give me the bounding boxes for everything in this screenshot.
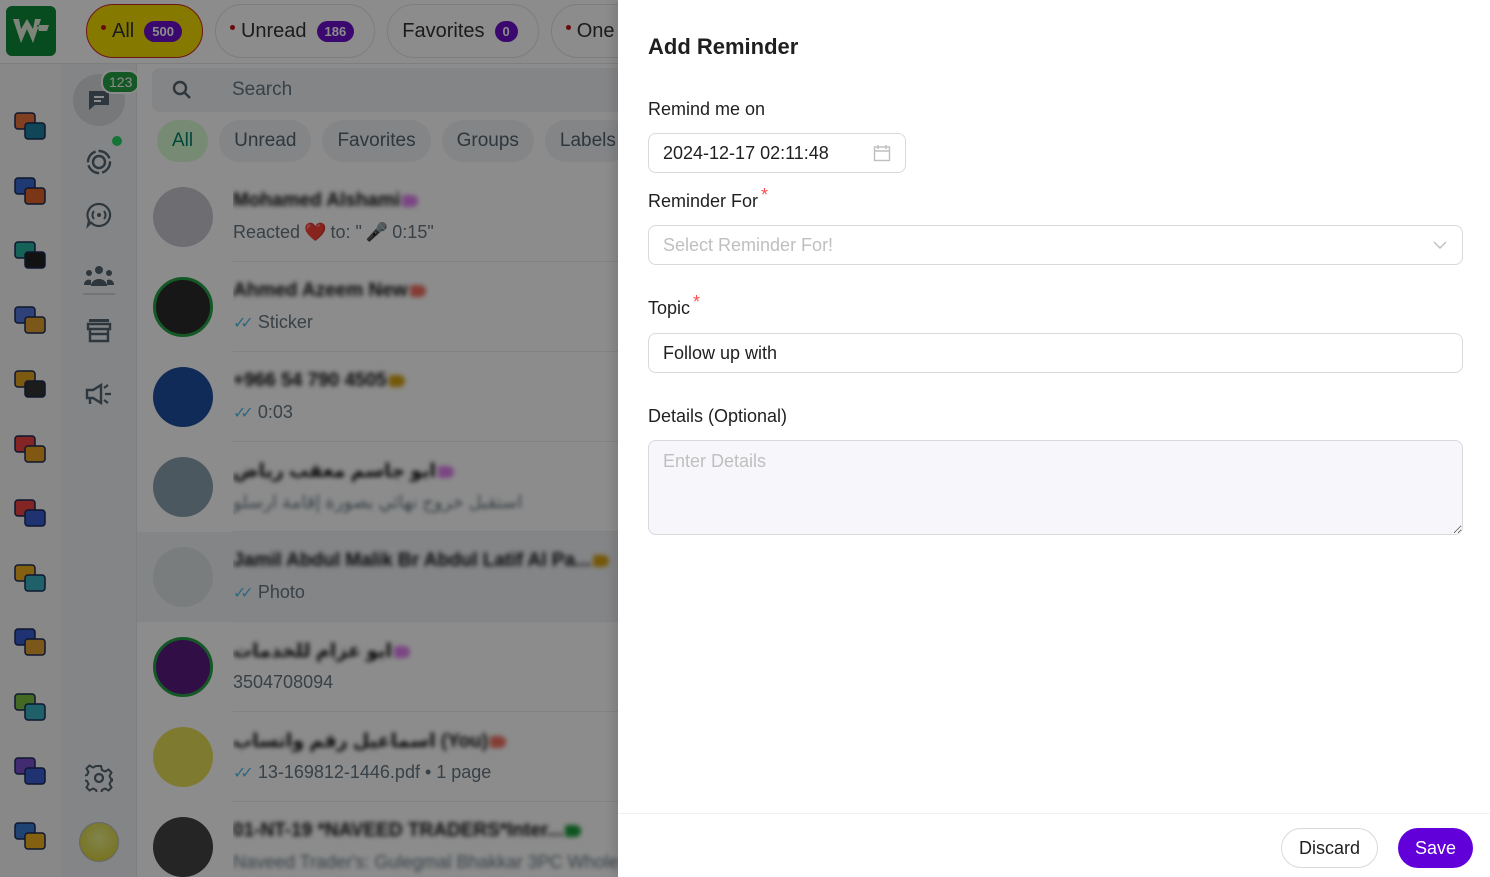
reminder-for-label: Reminder For *: [648, 185, 768, 212]
modal-backdrop[interactable]: [0, 0, 620, 877]
remind-on-value: 2024-12-17 02:11:48: [663, 142, 829, 163]
reminder-for-label-text: Reminder For: [648, 191, 759, 211]
drawer-footer: Discard Save: [618, 813, 1490, 877]
topic-label: Topic *: [648, 292, 700, 319]
topic-input[interactable]: [648, 333, 1463, 373]
add-reminder-drawer: Add Reminder Remind me on 2024-12-17 02:…: [618, 0, 1490, 877]
details-label: Details (Optional): [648, 406, 788, 426]
reminder-for-placeholder: Select Reminder For!: [663, 234, 834, 255]
details-textarea[interactable]: [648, 440, 1463, 535]
save-button[interactable]: Save: [1398, 828, 1473, 868]
calendar-icon[interactable]: [873, 144, 891, 167]
topic-label-text: Topic: [648, 298, 691, 318]
reminder-for-select[interactable]: Select Reminder For!: [648, 225, 1463, 265]
remind-on-datetime-picker[interactable]: 2024-12-17 02:11:48: [648, 133, 906, 173]
discard-button[interactable]: Discard: [1281, 828, 1378, 868]
required-mark: *: [693, 292, 701, 312]
required-mark: *: [761, 185, 769, 205]
chevron-down-icon: [1432, 237, 1448, 258]
drawer-title: Add Reminder: [648, 34, 799, 59]
remind-on-label: Remind me on: [648, 99, 766, 119]
